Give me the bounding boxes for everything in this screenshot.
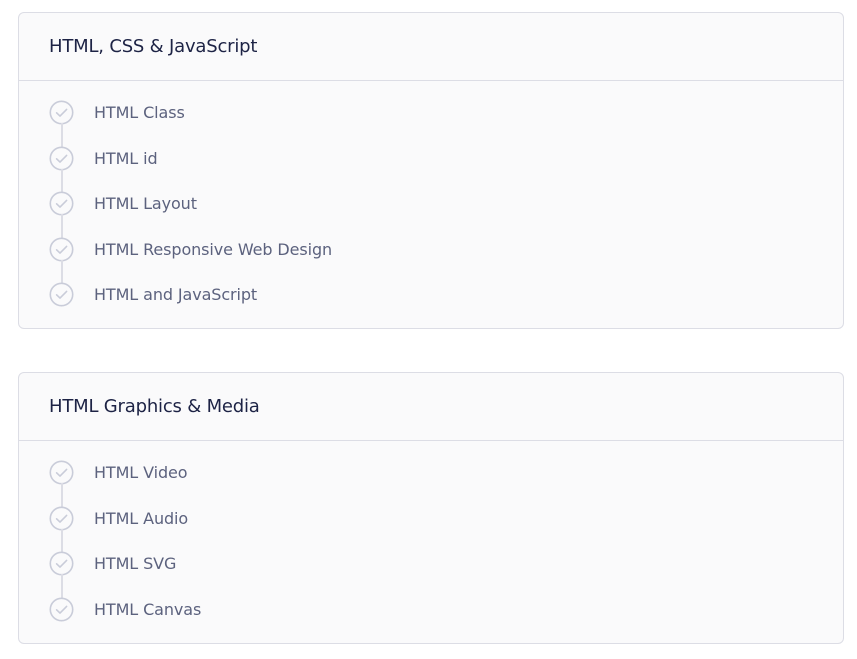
lesson-item-html-svg[interactable]: HTML SVG (19, 541, 843, 598)
check-circle-icon (49, 460, 74, 485)
lesson-list: HTML Video HTML Audio HTML SVG HTML Canv… (19, 441, 843, 632)
lesson-link[interactable]: HTML Layout (94, 181, 197, 227)
check-circle-icon (49, 506, 74, 531)
lesson-item-html-video[interactable]: HTML Video (19, 450, 843, 507)
lesson-item-html-canvas[interactable]: HTML Canvas (19, 587, 843, 633)
check-circle-icon (49, 551, 74, 576)
section-header: HTML, CSS & JavaScript (19, 13, 843, 81)
lesson-item-html-responsive-web-design[interactable]: HTML Responsive Web Design (19, 227, 843, 284)
section-card-html-graphics-media: HTML Graphics & Media HTML Video HTML Au… (18, 372, 844, 644)
lesson-item-html-and-javascript[interactable]: HTML and JavaScript (19, 272, 843, 318)
section-header: HTML Graphics & Media (19, 373, 843, 441)
lesson-list: HTML Class HTML id HTML Layout HTML Resp… (19, 81, 843, 318)
lesson-link[interactable]: HTML Canvas (94, 587, 201, 633)
lesson-link[interactable]: HTML Audio (94, 496, 188, 542)
check-circle-icon (49, 237, 74, 262)
check-circle-icon (49, 100, 74, 125)
check-circle-icon (49, 191, 74, 216)
lesson-link[interactable]: HTML SVG (94, 541, 176, 587)
lesson-link[interactable]: HTML and JavaScript (94, 272, 257, 318)
section-title: HTML, CSS & JavaScript (49, 36, 258, 57)
section-card-html-css-javascript: HTML, CSS & JavaScript HTML Class HTML i… (18, 12, 844, 329)
check-circle-icon (49, 282, 74, 307)
course-outline: HTML, CSS & JavaScript HTML Class HTML i… (0, 0, 857, 659)
check-circle-icon (49, 146, 74, 171)
lesson-item-html-audio[interactable]: HTML Audio (19, 496, 843, 553)
lesson-item-html-class[interactable]: HTML Class (19, 90, 843, 147)
check-circle-icon (49, 597, 74, 622)
lesson-item-html-layout[interactable]: HTML Layout (19, 181, 843, 238)
lesson-link[interactable]: HTML Class (94, 90, 185, 136)
lesson-link[interactable]: HTML Responsive Web Design (94, 227, 332, 273)
section-title: HTML Graphics & Media (49, 396, 260, 417)
lesson-link[interactable]: HTML id (94, 136, 158, 182)
lesson-item-html-id[interactable]: HTML id (19, 136, 843, 193)
lesson-link[interactable]: HTML Video (94, 450, 188, 496)
